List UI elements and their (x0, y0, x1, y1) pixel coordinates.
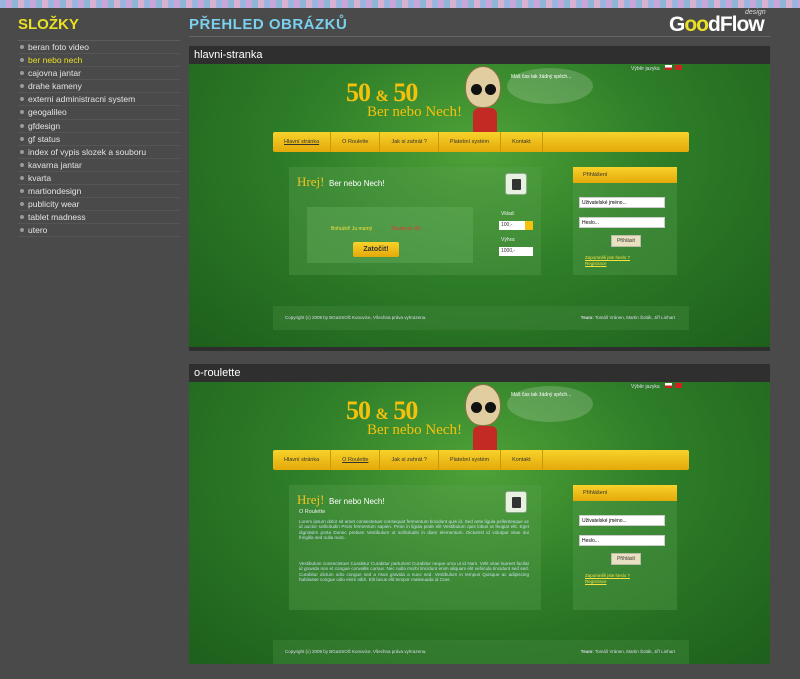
login-button[interactable]: Přihlásit (611, 235, 641, 247)
flag-uk-icon[interactable] (675, 383, 682, 388)
footer-team-names: Tomáš Vránen, Martin Šoták, Jiří Linhart (593, 649, 675, 654)
site-nav-item[interactable]: Kontakt (501, 132, 543, 152)
result-hint: Zkuste po 90,- (391, 226, 423, 232)
footer-team-label: Team: (580, 649, 594, 654)
section-heading: O Roulette (299, 509, 326, 515)
site-nav-item[interactable]: O Roulette (331, 450, 381, 470)
folder-item[interactable]: beran foto video (18, 41, 180, 55)
language-label: Výběr jazyka (631, 384, 660, 390)
mascot-body (473, 426, 497, 452)
folder-item[interactable]: gf status (18, 133, 180, 146)
game-area: Bohužel! Ju mamý Zkuste po 90,- Zatočit! (307, 207, 473, 263)
folder-item[interactable]: cajovna jantar (18, 67, 180, 81)
username-input[interactable] (579, 197, 665, 208)
win-label: Výhra: (501, 237, 516, 243)
login-title: Přihlášení (573, 167, 677, 183)
site-footer: Copyright (c) 2009 by BGaSSOŠ Kunovice, … (273, 306, 689, 330)
register-link[interactable]: Registrace (585, 261, 607, 267)
hrej-subheading: Ber nebo Nech! (329, 497, 385, 506)
mascot-eye (485, 402, 496, 413)
panel-title: hlavni-stranka (189, 46, 770, 64)
login-button[interactable]: Přihlásit (611, 553, 641, 565)
register-link[interactable]: Registrace (585, 579, 607, 585)
site-nav-item[interactable]: Platební systém (439, 132, 502, 152)
site-nav-item[interactable]: Platební systém (439, 450, 502, 470)
footer-team-names: Tomáš Vránen, Martin Šoták, Jiří Linhart (593, 315, 675, 320)
password-input[interactable] (579, 535, 665, 546)
flag-cz-icon[interactable] (665, 383, 672, 388)
folder-item[interactable]: gfdesign (18, 120, 180, 133)
panel-title: o-roulette (189, 364, 770, 382)
site-logo-subtitle: Ber nebo Nech! (367, 422, 462, 438)
website-screenshot: 50 & 50 Ber nebo Nech! Máš čas tak žádný s… (189, 382, 770, 664)
mascot-eye (471, 402, 482, 413)
login-box: PřihlášeníPřihlásitZapomněli jste heslo … (573, 167, 677, 275)
folder-item[interactable]: index of vypis slozek a souboru (18, 146, 180, 159)
login-box: PřihlášeníPřihlásitZapomněli jste heslo … (573, 485, 677, 610)
footer-team: Team: Tomáš Vránen, Martin Šoták, Jiří L… (581, 306, 675, 330)
password-input[interactable] (579, 217, 665, 228)
site-nav: Hlavní stránka O Roulette Jak si zahrát ? P… (273, 450, 689, 470)
folder-item[interactable]: ber nebo nech (18, 54, 180, 68)
playing-card-icon (505, 173, 527, 195)
footer-team: Team: Tomáš Vránen, Martin Šoták, Jiří L… (581, 640, 675, 664)
hrej-heading: Hrej! (297, 174, 325, 189)
lorem-paragraph: Vestibulum consectetuer Curabitur Curabi… (299, 561, 529, 583)
spin-button[interactable]: Zatočit! (353, 242, 399, 257)
bet-label: Vklad: (501, 211, 515, 217)
folder-item[interactable]: kavarna jantar (18, 159, 180, 172)
folder-item[interactable]: tablet madness (18, 211, 180, 225)
language-label: Výběr jazyka (631, 66, 660, 72)
thought-bubble-text: Máš čas tak žádný spěch... (511, 392, 572, 398)
bet-dropdown-icon[interactable] (525, 221, 533, 230)
result-text: Bohužel! Ju mamý (331, 226, 373, 232)
mascot-eye (471, 84, 482, 95)
mascot-eye (485, 84, 496, 95)
win-value: 1000,- (499, 247, 533, 256)
site-nav-item[interactable]: Kontakt (501, 450, 543, 470)
site-nav-item[interactable]: Jak si zahrát ? (380, 132, 439, 152)
site-nav-item[interactable]: O Roulette (331, 132, 381, 152)
goodflow-logo: GoodFlow design (669, 9, 766, 36)
folder-item[interactable]: publicity wear (18, 198, 180, 212)
footer-team-label: Team: (580, 315, 594, 320)
site-logo-subtitle: Ber nebo Nech! (367, 104, 462, 120)
username-input[interactable] (579, 515, 665, 526)
folder-item[interactable]: martiondesign (18, 185, 180, 199)
top-decorative-strip (0, 0, 800, 8)
website-screenshot: 50 & 50 Ber nebo Nech! Máš čas tak žádný s… (189, 64, 770, 347)
folder-item[interactable]: externi administracni system (18, 93, 180, 107)
folder-item[interactable]: geogalileo (18, 106, 180, 120)
mascot-body (473, 108, 497, 134)
site-nav-item[interactable]: Hlavní stránka (273, 450, 332, 470)
thought-bubble-text: Máš čas tak žádný spěch... (511, 74, 572, 80)
page-title: PŘEHLED OBRÁZKŮ (189, 16, 348, 33)
footer-copyright: Copyright (c) 2009 by BGaSSOŠ Kunovice, … (285, 315, 427, 320)
content-box: Hrej! Ber nebo Nech! Bohužel! Ju mamý Zkust… (289, 167, 541, 275)
content-box: Hrej! Ber nebo Nech! O Roulette Lorem ipsum… (289, 485, 541, 610)
footer-copyright: Copyright (c) 2009 by BGaSSOŠ Kunovice, … (285, 649, 427, 654)
login-title: Přihlášení (573, 485, 677, 501)
folder-item[interactable]: drahe kameny (18, 80, 180, 94)
folder-item[interactable]: kvarta (18, 172, 180, 186)
folder-list: beran foto video ber nebo nech cajovna jan… (18, 40, 180, 238)
sidebar-title: SLOŽKY (18, 16, 79, 33)
screenshot-panel-o-roulette: o-roulette 50 & 50 Ber nebo Nech! Máš čas t… (189, 364, 770, 664)
title-divider (189, 36, 770, 37)
screenshot-panel-hlavni-stranka: hlavni-stranka 50 & 50 Ber nebo Nech! Máš č… (189, 46, 770, 351)
lorem-paragraph: Lorem ipsum dolor sit amet consectetuer … (299, 519, 529, 541)
playing-card-icon (505, 491, 527, 513)
flag-uk-icon[interactable] (675, 65, 682, 70)
folder-item[interactable]: utero (18, 224, 180, 238)
flag-cz-icon[interactable] (665, 65, 672, 70)
site-nav-item[interactable]: Hlavní stránka (273, 132, 332, 152)
hrej-subheading: Ber nebo Nech! (329, 179, 385, 188)
site-nav-item[interactable]: Jak si zahrát ? (380, 450, 439, 470)
hrej-heading: Hrej! (297, 492, 325, 507)
site-footer: Copyright (c) 2009 by BGaSSOŠ Kunovice, … (273, 640, 689, 664)
site-nav: Hlavní stránka O Roulette Jak si zahrát ? P… (273, 132, 689, 152)
